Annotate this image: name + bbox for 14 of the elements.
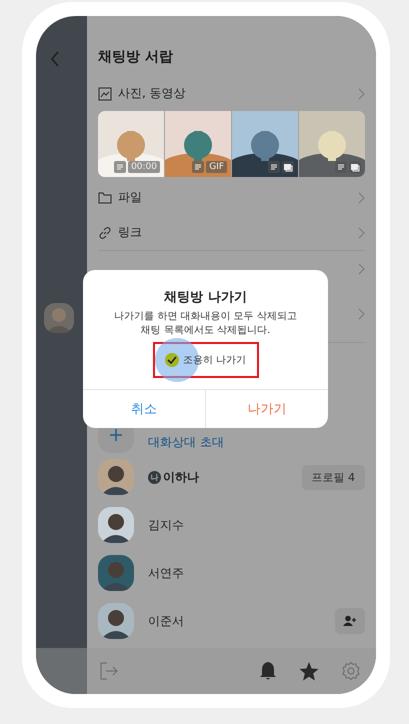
row-label: 파일 [118,189,143,206]
drawer-title: 채팅방 서랍 [98,48,174,66]
dialog-title: 채팅방 나가기 [164,289,247,306]
member-name: 이하나 [163,468,199,486]
media-badge: 00:00 [128,161,160,173]
invite-label: 대화상대 초대 [148,434,224,451]
member-name: 서연주 [148,564,184,582]
row-label: 링크 [118,224,143,241]
me-badge: 나 [148,470,161,484]
media-badge: GIF [206,161,227,173]
member-name: 김지수 [148,516,184,534]
dialog-message: 나가기를 하면 대화내용이 모두 삭제되고 채팅 목록에서도 삭제됩니다. [114,310,297,338]
row-label: 사진, 동영상 [118,85,187,102]
member-name: 이준서 [148,612,184,630]
